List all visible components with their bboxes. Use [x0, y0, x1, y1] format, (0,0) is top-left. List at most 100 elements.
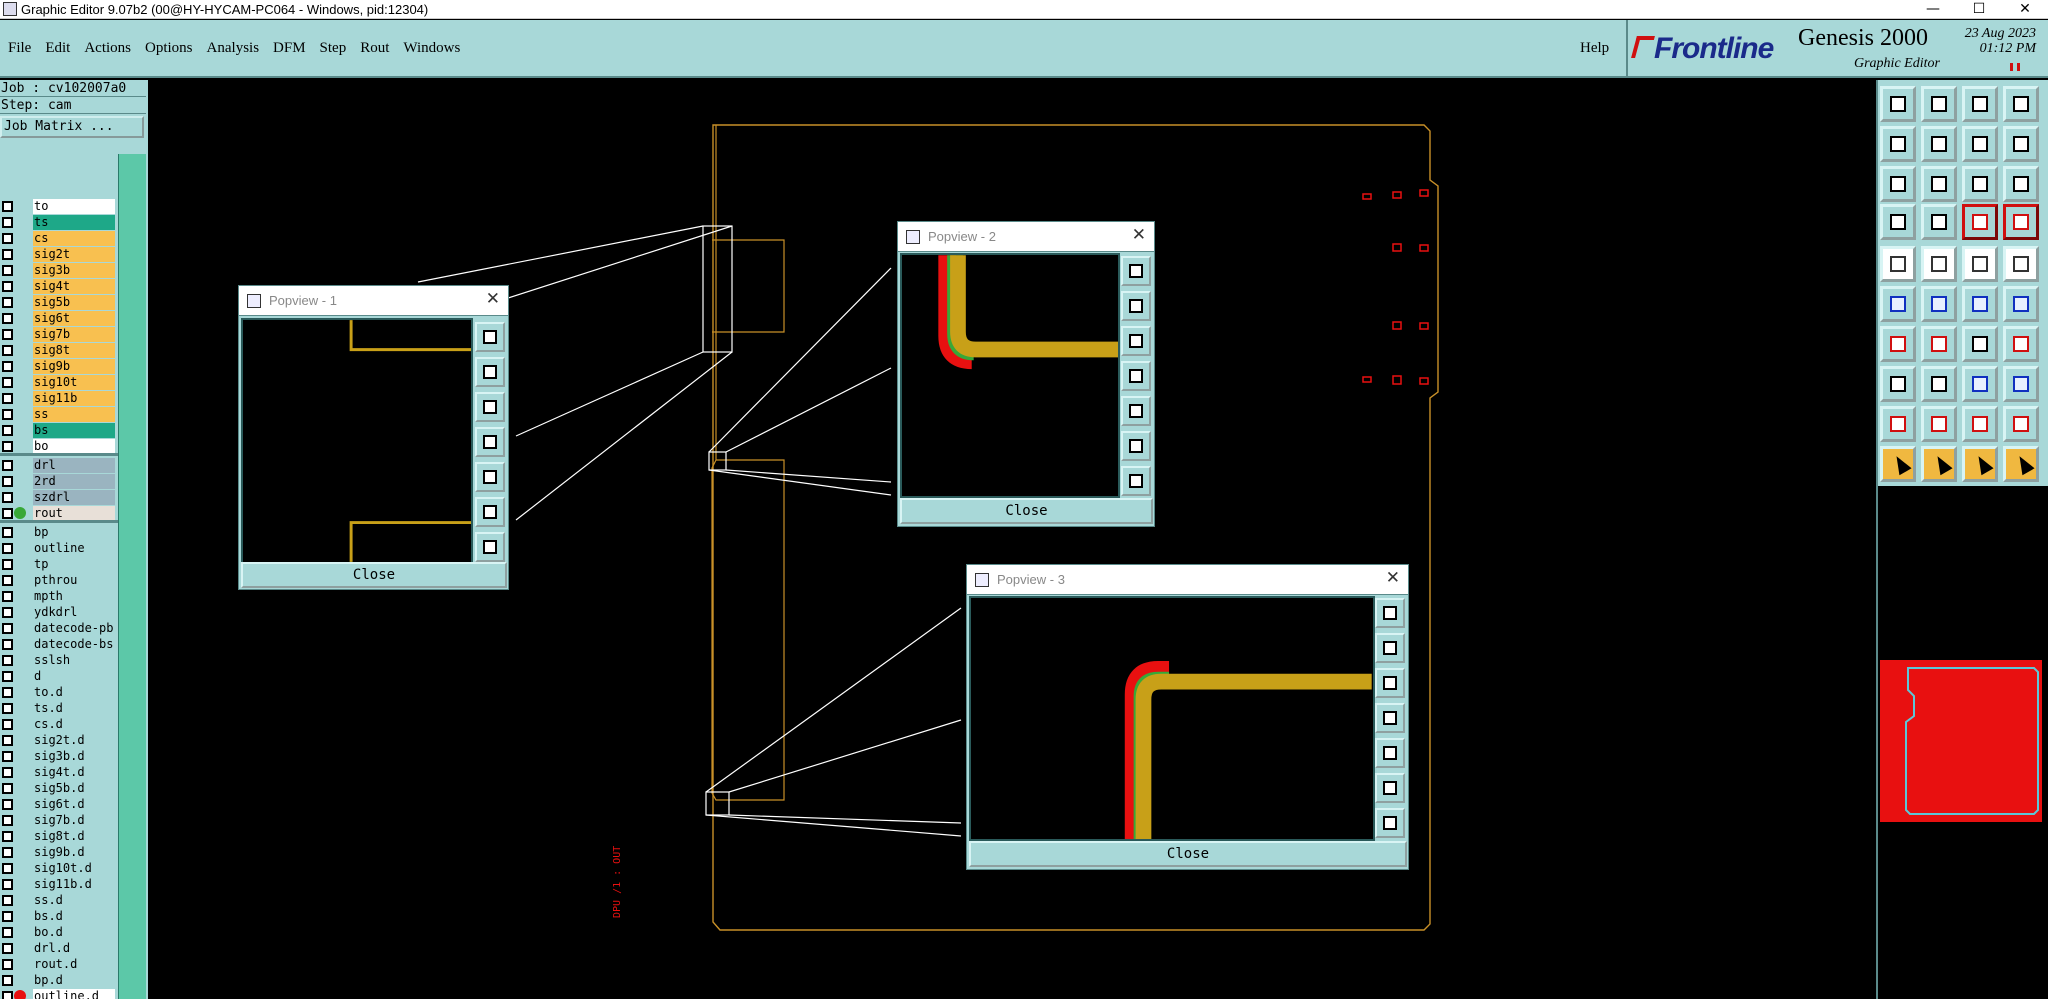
layer-row[interactable]: sig2t.d — [0, 732, 118, 748]
tool-button[interactable] — [1921, 126, 1957, 162]
popview-tool-button[interactable] — [475, 497, 505, 527]
popview-tool-button[interactable] — [1121, 291, 1151, 321]
menu-rout[interactable]: Rout — [360, 40, 389, 57]
popview-3-close-button[interactable]: Close — [969, 841, 1407, 867]
tool-button[interactable] — [2003, 204, 2039, 240]
layer-row[interactable]: sslsh — [0, 652, 118, 668]
tool-button[interactable] — [2003, 86, 2039, 122]
popview-tool-button[interactable] — [1375, 773, 1405, 803]
layer-row[interactable]: rout.d — [0, 956, 118, 972]
layer-checkbox[interactable] — [2, 814, 13, 826]
layer-checkbox[interactable] — [2, 750, 13, 762]
layer-row[interactable]: to — [0, 198, 118, 214]
layer-row[interactable]: sig9b — [0, 358, 118, 374]
popview-2-view[interactable] — [900, 253, 1120, 498]
layer-checkbox[interactable] — [2, 376, 13, 388]
popview-tool-button[interactable] — [1121, 466, 1151, 496]
layer-row[interactable]: sig10t — [0, 374, 118, 390]
minimize-button[interactable]: — — [1910, 0, 1956, 19]
layer-row[interactable]: tp — [0, 556, 118, 572]
layer-row[interactable]: ydkdrl — [0, 604, 118, 620]
layer-row[interactable]: pthrou — [0, 572, 118, 588]
popview-3-close-icon[interactable]: ✕ — [1386, 568, 1400, 588]
layer-checkbox[interactable] — [2, 360, 13, 372]
layer-checkbox[interactable] — [2, 990, 13, 999]
layer-row[interactable]: sig2t — [0, 246, 118, 262]
layer-row[interactable]: ss.d — [0, 892, 118, 908]
layer-row[interactable]: sig3b.d — [0, 748, 118, 764]
close-window-button[interactable]: ✕ — [2002, 0, 2048, 19]
layer-checkbox[interactable] — [2, 766, 13, 778]
layer-scrollbar[interactable] — [118, 154, 146, 999]
layer-row[interactable]: sig9b.d — [0, 844, 118, 860]
tool-button[interactable] — [1880, 406, 1916, 442]
popview-tool-button[interactable] — [1375, 633, 1405, 663]
layer-checkbox[interactable] — [2, 670, 13, 682]
popview-2-close-icon[interactable]: ✕ — [1132, 225, 1146, 245]
layer-checkbox[interactable] — [2, 638, 13, 650]
popview-tool-button[interactable] — [475, 427, 505, 457]
tool-button[interactable] — [1921, 366, 1957, 402]
layer-checkbox[interactable] — [2, 654, 13, 666]
tool-button[interactable] — [2003, 446, 2039, 482]
layer-checkbox[interactable] — [2, 974, 13, 986]
layer-row[interactable]: d — [0, 668, 118, 684]
layer-row[interactable]: drl — [0, 457, 118, 473]
layer-checkbox[interactable] — [2, 264, 13, 276]
tool-button[interactable] — [1880, 326, 1916, 362]
layer-row[interactable]: sig5b.d — [0, 780, 118, 796]
layer-row[interactable]: ts — [0, 214, 118, 230]
layer-checkbox[interactable] — [2, 542, 13, 554]
layer-checkbox[interactable] — [2, 622, 13, 634]
popview-tool-button[interactable] — [1121, 256, 1151, 286]
maximize-button[interactable]: ☐ — [1956, 0, 2002, 19]
menu-windows[interactable]: Windows — [403, 40, 460, 57]
layer-row[interactable]: mpth — [0, 588, 118, 604]
tool-button[interactable] — [1921, 446, 1957, 482]
layer-checkbox[interactable] — [2, 958, 13, 970]
layer-row[interactable]: sig4t.d — [0, 764, 118, 780]
layer-checkbox[interactable] — [2, 910, 13, 922]
popview-tool-button[interactable] — [475, 322, 505, 352]
tool-button[interactable] — [1921, 406, 1957, 442]
layer-row[interactable]: sig10t.d — [0, 860, 118, 876]
layer-row[interactable]: cs.d — [0, 716, 118, 732]
tool-button[interactable] — [1962, 246, 1998, 282]
tool-button[interactable] — [2003, 126, 2039, 162]
menu-dfm[interactable]: DFM — [273, 40, 306, 57]
tool-button[interactable] — [1921, 204, 1957, 240]
popview-tool-button[interactable] — [1375, 668, 1405, 698]
layer-checkbox[interactable] — [2, 248, 13, 260]
popview-tool-button[interactable] — [1375, 598, 1405, 628]
tool-button[interactable] — [1962, 366, 1998, 402]
tool-button[interactable] — [1921, 326, 1957, 362]
layer-row[interactable]: cs — [0, 230, 118, 246]
popview-1-titlebar[interactable]: Popview - 1 ✕ — [239, 286, 508, 316]
layer-checkbox[interactable] — [2, 718, 13, 730]
layer-checkbox[interactable] — [2, 862, 13, 874]
layer-row[interactable]: bo.d — [0, 924, 118, 940]
popview-2-close-button[interactable]: Close — [900, 498, 1153, 524]
layer-row[interactable]: outline — [0, 540, 118, 556]
layer-row[interactable]: bo — [0, 438, 118, 454]
layer-row[interactable]: sig7b — [0, 326, 118, 342]
tool-button[interactable] — [1962, 126, 1998, 162]
popview-tool-button[interactable] — [1121, 361, 1151, 391]
tool-button[interactable] — [1962, 86, 1998, 122]
tool-button[interactable] — [1962, 204, 1998, 240]
minimap[interactable] — [1880, 660, 2042, 822]
menu-help[interactable]: Help — [1580, 40, 1609, 57]
layer-row[interactable]: sig4t — [0, 278, 118, 294]
layer-checkbox[interactable] — [2, 408, 13, 420]
popview-tool-button[interactable] — [475, 532, 505, 562]
tool-button[interactable] — [2003, 246, 2039, 282]
tool-button[interactable] — [1962, 446, 1998, 482]
layer-row[interactable]: sig5b — [0, 294, 118, 310]
menu-options[interactable]: Options — [145, 40, 193, 57]
layer-checkbox[interactable] — [2, 894, 13, 906]
tool-button[interactable] — [1880, 366, 1916, 402]
tool-button[interactable] — [1880, 204, 1916, 240]
tool-button[interactable] — [1962, 166, 1998, 202]
layer-checkbox[interactable] — [2, 782, 13, 794]
tool-button[interactable] — [1880, 126, 1916, 162]
